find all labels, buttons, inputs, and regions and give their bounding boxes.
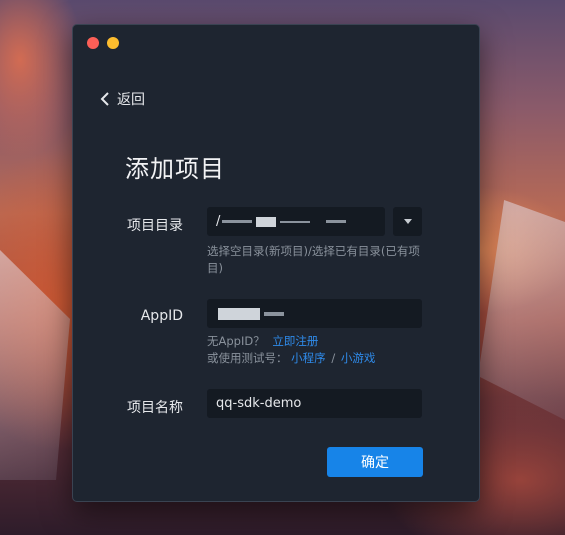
redacted-text [256, 216, 277, 227]
window-minimize-button[interactable] [107, 37, 119, 49]
redacted-text [326, 220, 347, 223]
register-link[interactable]: 立即注册 [272, 334, 318, 348]
appid-hint-prefix: 无AppID？ [207, 334, 265, 348]
link-separator: / [331, 351, 336, 365]
project-name-value: qq-sdk-demo [216, 396, 302, 411]
chevron-left-icon [100, 92, 109, 106]
project-dir-value: / [216, 214, 221, 229]
wallpaper-snow-left [0, 250, 70, 480]
project-dir-input[interactable]: / [207, 207, 385, 236]
desktop-wallpaper: 返回 添加项目 项目目录 / 选择空目录(新项目)/选择已有目录(已有项目) A… [0, 0, 565, 535]
appid-test-prefix: 或使用测试号： [207, 351, 288, 365]
project-name-input[interactable]: qq-sdk-demo [207, 389, 422, 418]
appid-input[interactable] [207, 299, 422, 328]
back-button[interactable]: 返回 [99, 89, 145, 109]
appid-test-line: 或使用测试号： 小程序 / 小游戏 [207, 350, 437, 367]
wallpaper-snow-right [478, 200, 565, 420]
mini-program-link[interactable]: 小程序 [291, 351, 326, 365]
page-title: 添加项目 [125, 155, 225, 183]
redacted-text [264, 311, 284, 316]
back-label: 返回 [117, 92, 145, 108]
confirm-button[interactable]: 确定 [327, 447, 423, 477]
redacted-text [222, 220, 253, 223]
appid-label: AppID [140, 308, 183, 324]
mini-game-link[interactable]: 小游戏 [341, 351, 376, 365]
project-dir-label: 项目目录 [127, 218, 183, 234]
window-close-button[interactable] [87, 37, 99, 49]
caret-down-icon [403, 219, 412, 224]
project-dir-hint: 选择空目录(新项目)/选择已有目录(已有项目) [207, 244, 420, 275]
add-project-window: 返回 添加项目 项目目录 / 选择空目录(新项目)/选择已有目录(已有项目) A… [72, 24, 480, 502]
appid-hint: 无AppID？ 立即注册 或使用测试号： 小程序 / 小游戏 [207, 333, 437, 367]
redacted-text [280, 220, 311, 223]
redacted-text [218, 307, 260, 320]
appid-register-line: 无AppID？ 立即注册 [207, 333, 437, 350]
project-name-label: 项目名称 [127, 400, 183, 416]
project-dir-dropdown-button[interactable] [393, 207, 422, 236]
